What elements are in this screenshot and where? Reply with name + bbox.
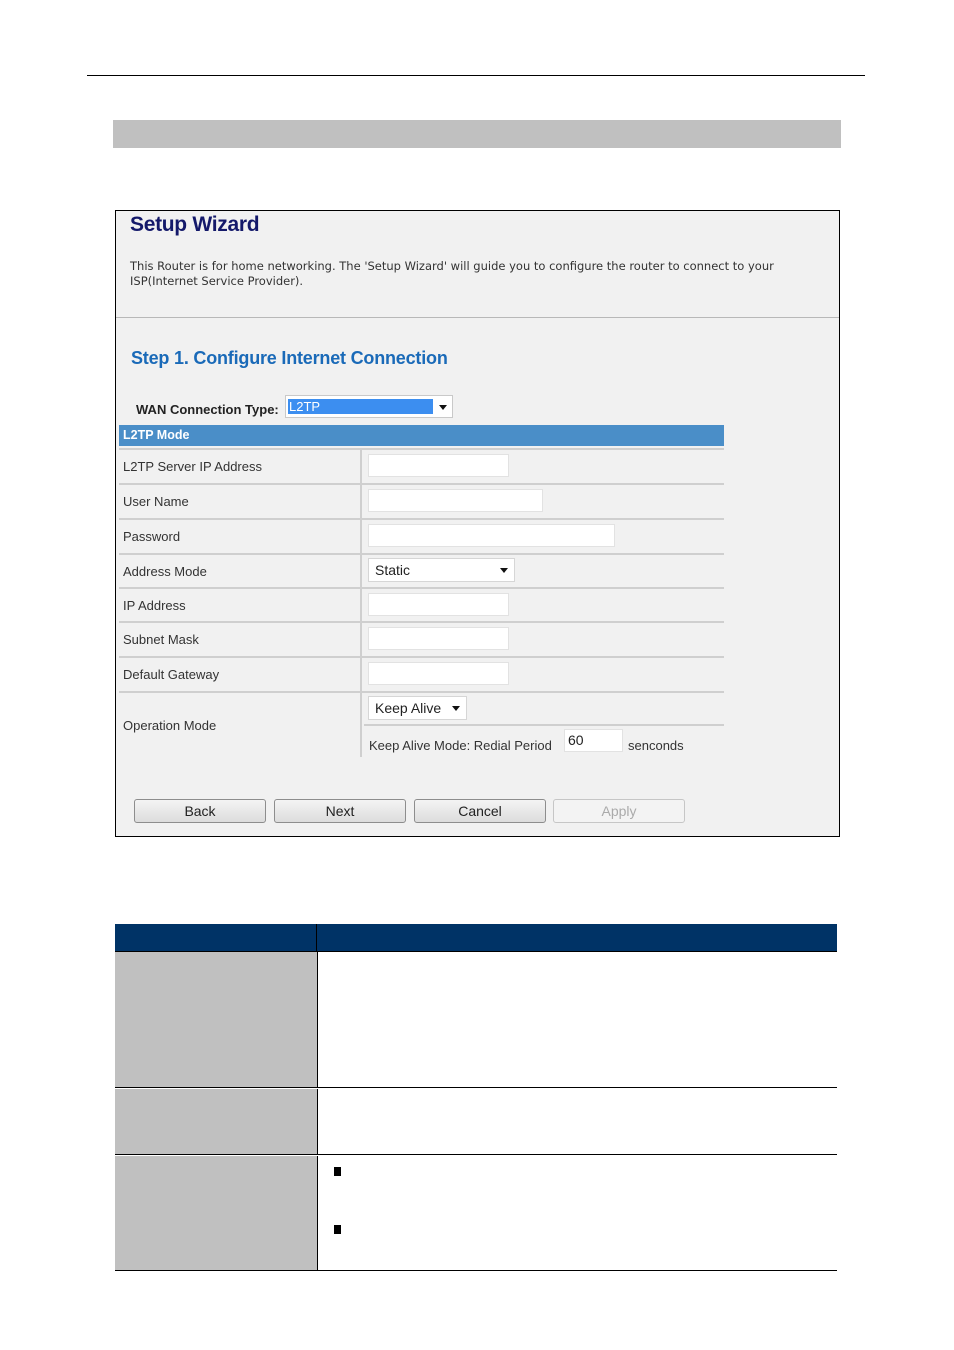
address-mode-value: Static (375, 562, 411, 578)
operation-mode-select[interactable]: Keep Alive (368, 696, 467, 720)
l2tp-mode-header: L2TP Mode (119, 425, 724, 446)
table-row (115, 1089, 837, 1155)
wan-connection-type-value: L2TP (288, 399, 433, 414)
chevron-down-icon (452, 706, 460, 711)
form-row-ip-address: IP Address (119, 587, 724, 621)
form-row-operation-mode: Operation Mode Keep Alive Keep Alive Mod… (119, 691, 724, 757)
row-label-cell (115, 1089, 317, 1154)
field-label: Address Mode (119, 555, 362, 587)
column-divider (316, 924, 317, 951)
keep-alive-label: Keep Alive Mode: Redial Period (369, 738, 552, 753)
column-divider (317, 952, 318, 1087)
password-input[interactable] (368, 524, 615, 547)
wizard-description: This Router is for home networking. The … (130, 259, 774, 288)
wan-connection-type-label: WAN Connection Type: (136, 402, 279, 417)
field-label: L2TP Server IP Address (119, 450, 362, 483)
form-row-server-ip: L2TP Server IP Address (119, 448, 724, 483)
form-row-password: Password (119, 518, 724, 553)
address-mode-select[interactable]: Static (368, 558, 515, 582)
row-label-cell (115, 952, 317, 1087)
row-label-cell (115, 1156, 317, 1270)
form-row-subnet-mask: Subnet Mask (119, 621, 724, 656)
wan-connection-type-select[interactable]: L2TP (285, 395, 453, 418)
cancel-button[interactable]: Cancel (414, 799, 546, 823)
ip-address-input[interactable] (368, 593, 509, 616)
field-label: Password (119, 520, 362, 553)
default-gateway-input[interactable] (368, 662, 509, 685)
operation-mode-value: Keep Alive (375, 700, 442, 716)
table-row (115, 1156, 837, 1271)
redial-period-unit: senconds (628, 738, 684, 753)
next-button[interactable]: Next (274, 799, 406, 823)
table-row (115, 952, 837, 1088)
user-name-input[interactable] (368, 489, 543, 512)
step-title: Step 1. Configure Internet Connection (131, 348, 448, 368)
field-label: Default Gateway (119, 658, 362, 691)
wizard-title: Setup Wizard (130, 213, 260, 236)
redial-period-input[interactable]: 60 (564, 729, 623, 752)
form-row-default-gateway: Default Gateway (119, 656, 724, 691)
section-heading-bar (113, 120, 841, 148)
field-label: User Name (119, 485, 362, 518)
page-header-rule (87, 75, 865, 76)
setup-wizard-screenshot: Setup Wizard This Router is for home net… (115, 210, 840, 837)
field-label: IP Address (119, 589, 362, 621)
table-header (115, 924, 837, 952)
bullet-icon (334, 1167, 341, 1176)
field-label: Subnet Mask (119, 623, 362, 656)
form-row-address-mode: Address Mode Static (119, 553, 724, 587)
back-button[interactable]: Back (134, 799, 266, 823)
column-divider (317, 1089, 318, 1154)
column-divider (317, 1156, 318, 1270)
keep-alive-divider (364, 724, 724, 726)
chevron-down-icon (439, 405, 447, 410)
apply-button[interactable]: Apply (553, 799, 685, 823)
bullet-icon (334, 1225, 341, 1234)
l2tp-server-ip-input[interactable] (368, 454, 509, 477)
field-label: Operation Mode (119, 693, 362, 757)
form-row-user-name: User Name (119, 483, 724, 518)
subnet-mask-input[interactable] (368, 627, 509, 650)
chevron-down-icon (500, 568, 508, 573)
divider (116, 317, 839, 318)
